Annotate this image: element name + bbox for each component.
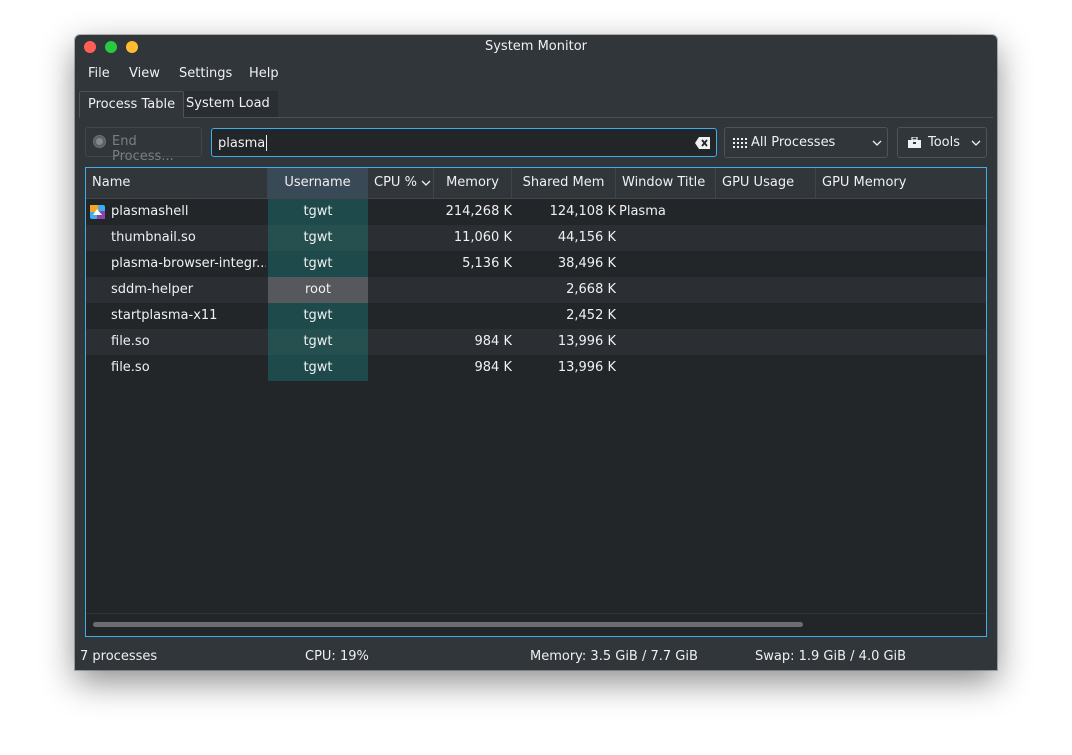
end-process-label: End Process... [112,134,174,164]
column-header-memory[interactable]: Memory [434,168,512,198]
table-row[interactable]: thumbnail.so tgwt 11,060 K 44,156 K [86,225,986,251]
table-row[interactable]: file.so tgwt 984 K 13,996 K [86,329,986,355]
tab-system-load[interactable]: System Load [178,91,278,117]
status-cpu: CPU: 19% [305,649,369,664]
process-memory: 214,268 K [445,204,512,219]
process-username: tgwt [268,225,368,251]
process-username: root [268,277,368,303]
table-header: Name Username CPU % Memory Shared Mem Wi… [86,168,986,199]
menu-view[interactable]: View [129,66,160,81]
process-name: file.so [111,334,150,349]
menu-help[interactable]: Help [249,66,279,81]
status-memory: Memory: 3.5 GiB / 7.7 GiB [530,649,698,664]
clear-text-icon[interactable] [694,135,712,151]
search-field[interactable] [211,128,717,157]
process-name: startplasma-x11 [111,308,218,323]
process-memory: 984 K [474,360,512,375]
process-shared-mem: 44,156 K [557,230,616,245]
process-filter-value: All Processes [751,135,836,150]
process-name: sddm-helper [111,282,194,297]
tab-process-table[interactable]: Process Table [79,91,185,118]
table-row[interactable]: sddm-helper root 2,668 K [86,277,986,303]
column-header-cpu-label: CPU % [374,175,417,190]
menu-settings[interactable]: Settings [179,66,232,81]
title-bar[interactable]: System Monitor [75,35,997,59]
status-process-count: 7 processes [80,649,158,664]
tab-bar-divider [79,117,993,118]
toolbox-icon [908,137,921,148]
process-memory: 11,060 K [453,230,512,245]
column-header-window-title[interactable]: Window Title [616,168,716,198]
end-process-button[interactable]: End Process... [85,127,202,164]
tools-button[interactable]: Tools [897,127,987,158]
window-title: System Monitor [484,39,588,54]
chevron-down-icon [971,140,981,146]
process-memory: 5,136 K [462,256,512,271]
system-monitor-window: System Monitor File View Settings Help P… [75,35,997,670]
table-row[interactable]: file.so tgwt 984 K 13,996 K [86,355,986,381]
column-header-gpu-memory[interactable]: GPU Memory [816,168,986,198]
horizontal-scrollbar[interactable] [86,613,986,636]
process-shared-mem: 13,996 K [557,334,616,349]
process-shared-mem: 13,996 K [557,360,616,375]
process-name: plasma-browser-integr... [111,256,266,271]
search-input[interactable] [218,133,678,153]
process-username: tgwt [268,329,368,355]
process-shared-mem: 124,108 K [549,204,616,219]
column-header-name[interactable]: Name [86,168,268,198]
process-table[interactable]: Name Username CPU % Memory Shared Mem Wi… [85,167,987,637]
process-shared-mem: 2,668 K [566,282,616,297]
process-filter-dropdown[interactable]: All Processes [724,127,888,158]
text-cursor [266,135,268,151]
sort-descending-icon [421,180,431,186]
column-header-username[interactable]: Username [268,168,368,198]
end-process-icon [93,135,106,148]
process-username: tgwt [268,251,368,277]
process-name: plasmashell [111,204,189,219]
scrollbar-thumb[interactable] [93,622,803,627]
grid-icon [733,138,747,148]
column-header-cpu[interactable]: CPU % [368,168,434,198]
process-window-title: Plasma [619,204,666,219]
process-name: thumbnail.so [111,230,196,245]
process-username: tgwt [268,303,368,329]
table-row[interactable]: plasma-browser-integr... tgwt 5,136 K 38… [86,251,986,277]
status-swap: Swap: 1.9 GiB / 4.0 GiB [755,649,907,664]
process-shared-mem: 38,496 K [557,256,616,271]
tab-bar: Process Table System Load [79,91,993,118]
process-memory: 984 K [474,334,512,349]
table-row[interactable]: startplasma-x11 tgwt 2,452 K [86,303,986,329]
chevron-down-icon [872,140,882,146]
plasma-app-icon [90,205,105,219]
process-username: tgwt [268,355,368,381]
process-shared-mem: 2,452 K [566,308,616,323]
tools-label: Tools [928,135,961,150]
column-header-gpu-usage[interactable]: GPU Usage [716,168,816,198]
process-username: tgwt [268,199,368,225]
process-name: file.so [111,360,150,375]
column-header-shared-mem[interactable]: Shared Mem [512,168,616,198]
table-row[interactable]: plasmashell tgwt 214,268 K 124,108 K Pla… [86,199,986,225]
menu-file[interactable]: File [88,66,110,81]
